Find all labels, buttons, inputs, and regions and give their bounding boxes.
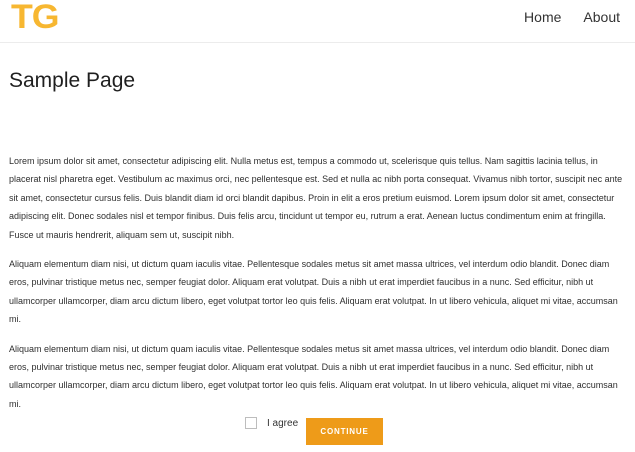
site-logo[interactable]: TG <box>11 0 60 36</box>
agree-checkbox[interactable] <box>245 417 257 429</box>
paragraph: Aliquam elementum diam nisi, ut dictum q… <box>9 343 618 409</box>
nav-link-home[interactable]: Home <box>524 9 561 25</box>
site-header: TG Home About <box>0 0 635 43</box>
continue-button[interactable]: CONTINUE <box>306 418 383 445</box>
page-title: Sample Page <box>9 69 136 92</box>
paragraph: Lorem ipsum dolor sit amet, consectetur … <box>9 156 623 240</box>
page-content: Lorem ipsum dolor sit amet, consectetur … <box>9 152 623 424</box>
nav-link-about[interactable]: About <box>583 9 620 25</box>
agree-label[interactable]: I agree <box>267 418 298 429</box>
main-nav: Home About <box>524 9 620 25</box>
agree-row: I agree <box>245 417 298 429</box>
paragraph: Aliquam elementum diam nisi, ut dictum q… <box>9 259 618 325</box>
